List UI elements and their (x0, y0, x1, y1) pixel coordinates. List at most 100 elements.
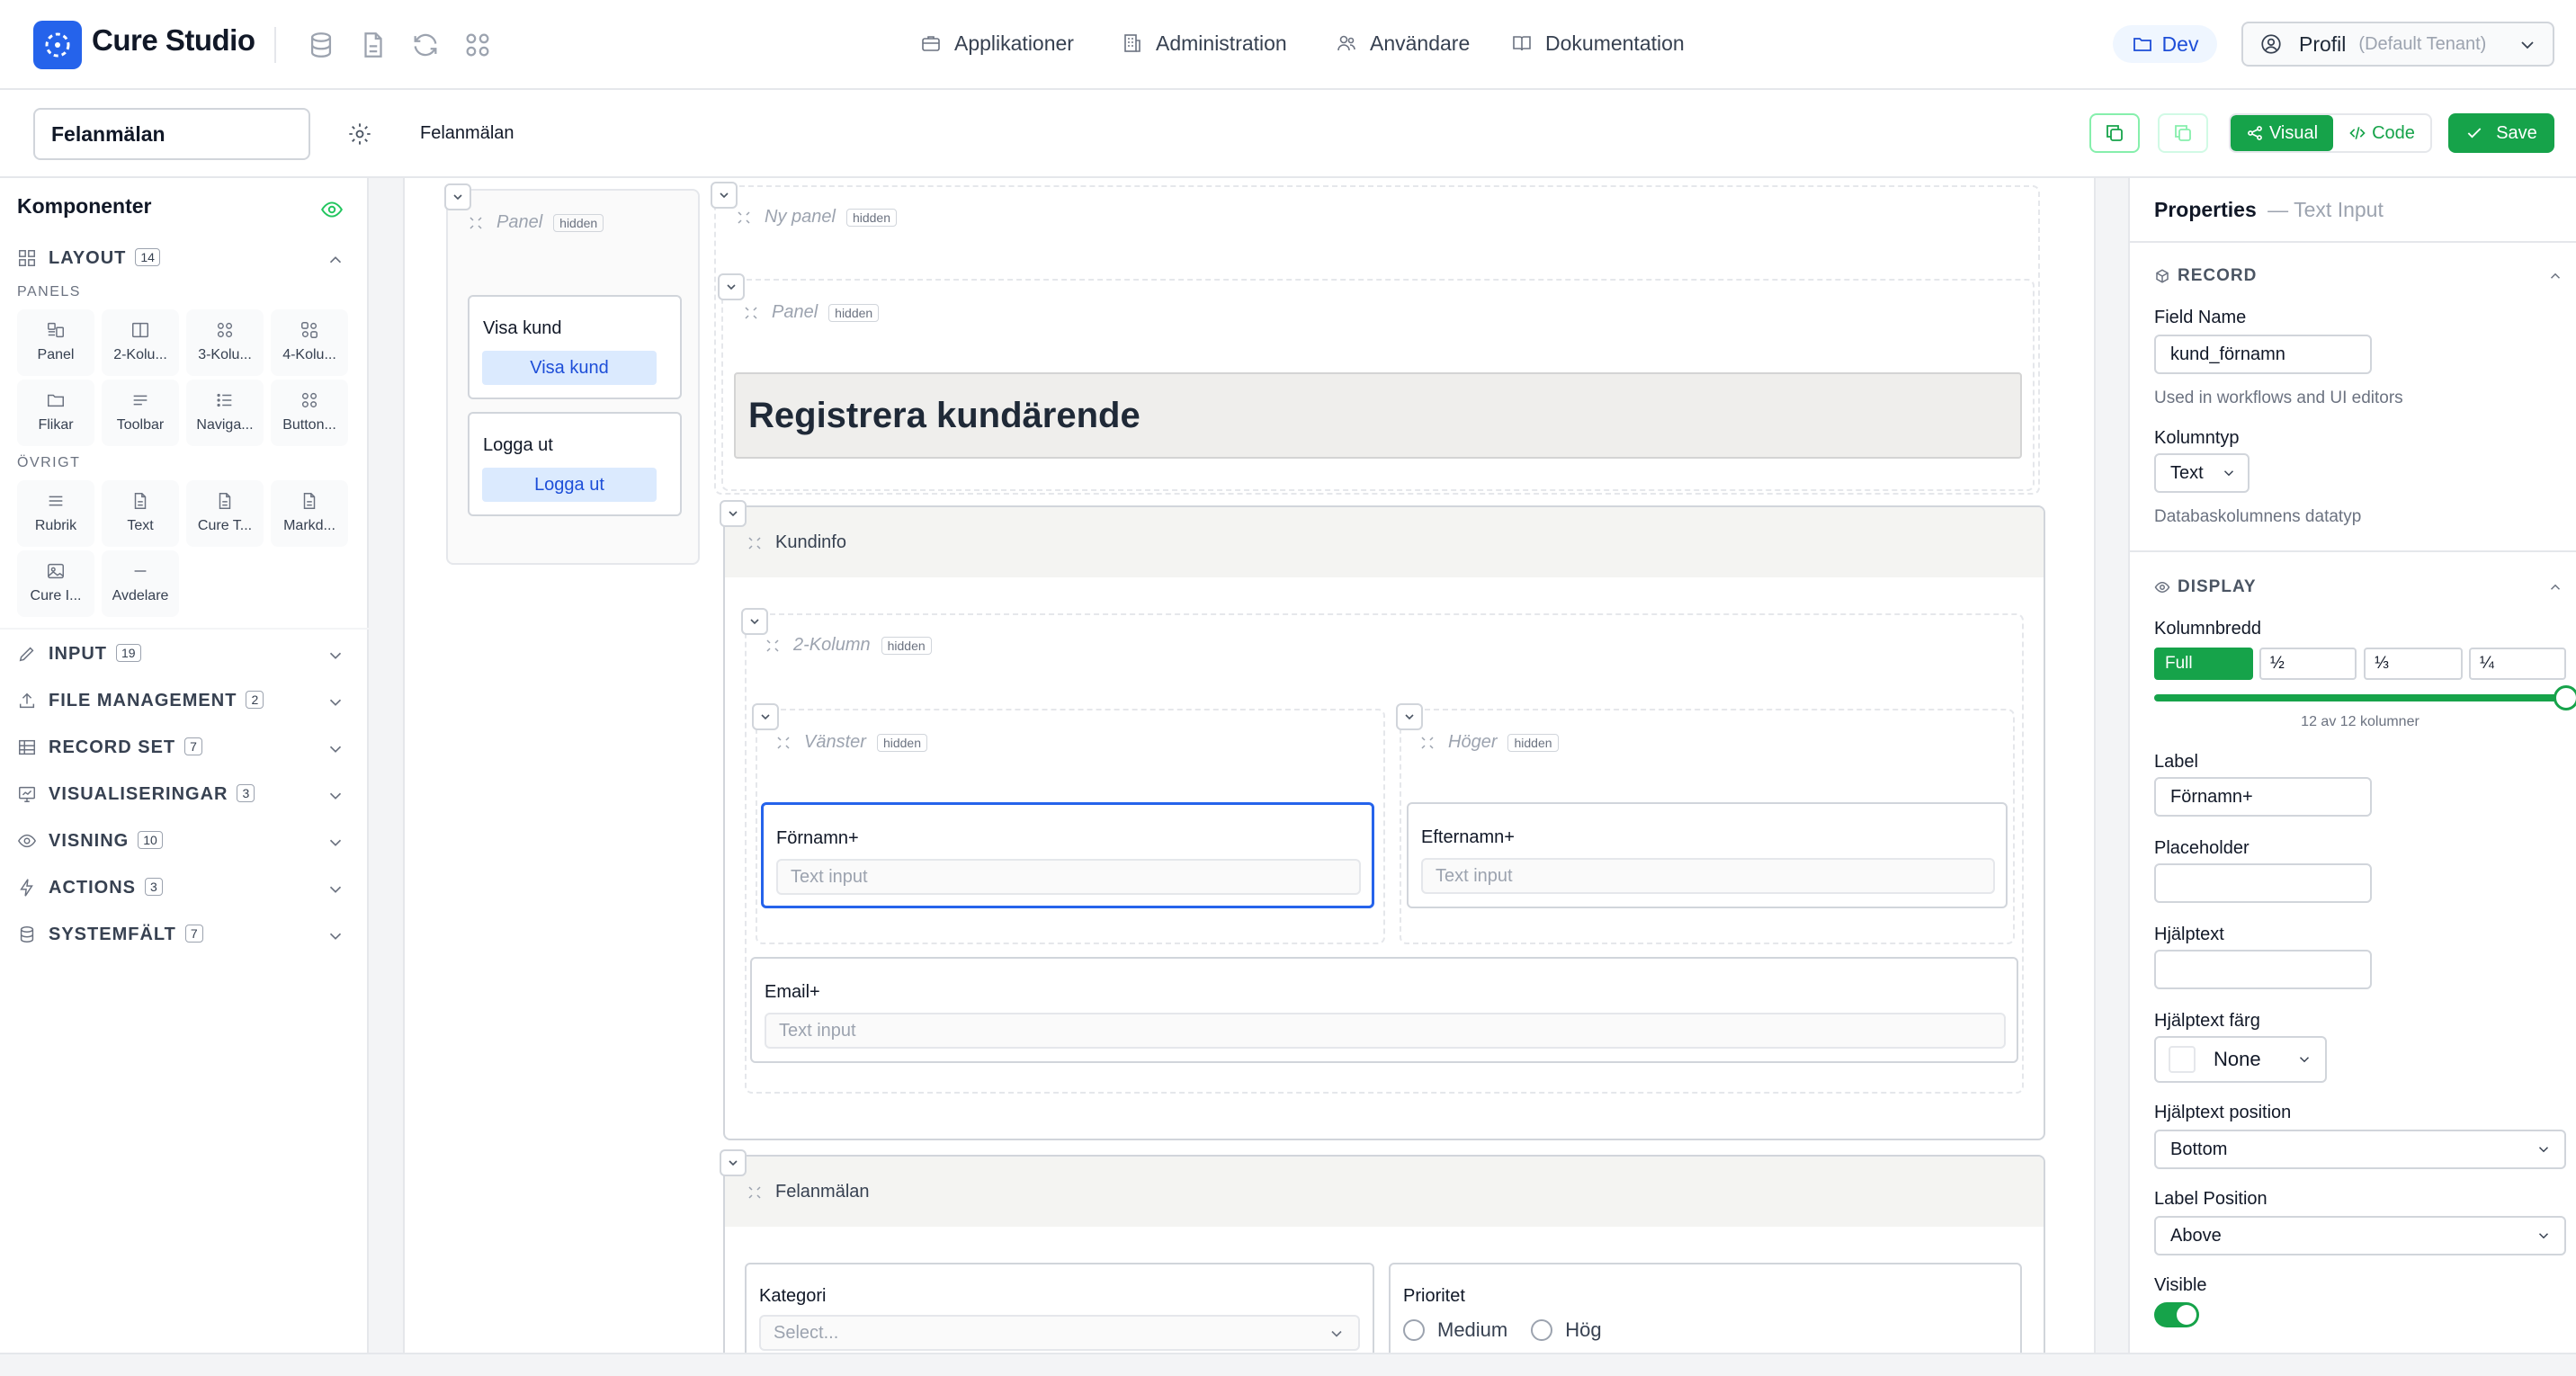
lastname-field[interactable]: Efternamn+ Text input (1407, 802, 2008, 908)
nav-administration[interactable]: Administration (1122, 25, 1287, 61)
drag-handle-icon[interactable] (765, 638, 781, 654)
left-panel[interactable]: Panel hidden Visa kund Visa kund Logga ut… (446, 189, 700, 565)
kategori-field[interactable]: Kategori Select... (745, 1263, 1374, 1353)
kolumntyp-select[interactable]: Text (2154, 453, 2250, 493)
code-mode-button[interactable]: Code (2333, 115, 2430, 151)
tile-markdown[interactable]: Markd... (271, 480, 348, 547)
kundinfo-section[interactable]: Kundinfo 2-Kolumn hidden Vänster hidden Fö… (723, 505, 2045, 1140)
nav-dokumentation[interactable]: Dokumentation (1511, 25, 1685, 61)
record-section-header[interactable]: RECORD (2154, 266, 2257, 286)
logout-button[interactable]: Logga ut (482, 468, 657, 502)
nav-applikationer[interactable]: Applikationer (920, 25, 1074, 61)
show-customer-button[interactable]: Visa kund (482, 351, 657, 385)
paste-button[interactable] (2158, 113, 2208, 153)
drag-handle-icon[interactable] (747, 1184, 763, 1201)
right-column[interactable]: Höger hidden Efternamn+ Text input (1400, 709, 2015, 944)
nav-anvandare[interactable]: Användare (1336, 25, 1470, 61)
sidebar-section-record-set[interactable]: RECORD SET 7 (0, 725, 369, 770)
database-icon[interactable] (306, 30, 336, 60)
inner-panel[interactable]: Panel hidden Registrera kundärende (721, 279, 2035, 491)
collapse-toggle[interactable] (718, 273, 745, 300)
sidebar-section-visualiseringar[interactable]: VISUALISERINGAR 3 (0, 772, 369, 817)
collapse-toggle[interactable] (752, 703, 779, 730)
tile-rubrik[interactable]: Rubrik (17, 480, 94, 547)
collapse-toggle[interactable] (711, 182, 738, 209)
felanmalan-section[interactable]: Felanmälan Kategori Select... Prioritet … (723, 1155, 2045, 1353)
field-name-input[interactable]: kund_förnamn (2154, 335, 2372, 374)
width-slider-track[interactable] (2154, 685, 2576, 710)
collapse-toggle[interactable] (720, 500, 747, 527)
placeholder-input[interactable] (2154, 863, 2372, 903)
tile-toolbar[interactable]: Toolbar (102, 380, 179, 446)
radio-medium[interactable] (1403, 1319, 1425, 1341)
prioritet-field[interactable]: Prioritet Medium Hög (1389, 1263, 2022, 1353)
tile-panel[interactable]: Panel (17, 309, 94, 376)
label-input[interactable]: Förnamn+ (2154, 777, 2372, 817)
helptext-color-select[interactable]: None (2154, 1036, 2327, 1083)
firstname-input[interactable]: Text input (776, 859, 1361, 895)
email-input[interactable]: Text input (765, 1013, 2006, 1049)
tile-cure-image[interactable]: Cure I... (17, 550, 94, 617)
chevron-down-icon (727, 284, 736, 290)
app-logo-icon[interactable] (33, 21, 82, 69)
sidebar-section-input[interactable]: INPUT 19 (0, 631, 369, 676)
page-heading[interactable]: Registrera kundärende (734, 372, 2022, 459)
copy-button[interactable] (2089, 113, 2140, 153)
sidebar-section-systemfalt[interactable]: SYSTEMFÄLT 7 (0, 912, 369, 957)
radio-hog[interactable] (1531, 1319, 1553, 1341)
width-half-button[interactable]: ½ (2259, 648, 2357, 680)
drag-handle-icon[interactable] (468, 215, 484, 231)
file-icon[interactable] (358, 30, 389, 60)
page-name-input[interactable]: Felanmälan (33, 108, 310, 160)
tile-3-kolumn[interactable]: 3-Kolu... (186, 309, 264, 376)
collapse-toggle[interactable] (720, 1149, 747, 1176)
drag-handle-icon[interactable] (775, 735, 792, 751)
tile-2-kolumn[interactable]: 2-Kolu... (102, 309, 179, 376)
helptext-input[interactable] (2154, 950, 2372, 989)
drag-handle-icon[interactable] (743, 305, 759, 321)
drag-handle-icon[interactable] (1419, 735, 1436, 751)
visible-toggle[interactable] (2154, 1302, 2199, 1327)
sidebar-section-layout[interactable]: LAYOUT 14 (0, 236, 369, 281)
firstname-field[interactable]: Förnamn+ Text input (761, 802, 1374, 908)
drag-handle-icon[interactable] (747, 535, 763, 551)
two-column-container[interactable]: 2-Kolumn hidden Vänster hidden Förnamn+ Te… (745, 613, 2024, 1094)
save-button[interactable]: Save (2448, 113, 2554, 153)
collapse-toggle[interactable] (1396, 703, 1423, 730)
grid-icon[interactable] (462, 30, 493, 60)
display-section-header[interactable]: DISPLAY (2154, 577, 2257, 597)
label-position-select[interactable]: Above (2154, 1216, 2566, 1255)
sidebar-section-file-management[interactable]: FILE MANAGEMENT 2 (0, 678, 369, 723)
sidebar-section-visning[interactable]: VISNING 10 (0, 818, 369, 863)
collapse-toggle[interactable] (444, 183, 471, 210)
tile-text[interactable]: Text (102, 480, 179, 547)
lastname-input[interactable]: Text input (1421, 858, 1995, 894)
kategori-select[interactable]: Select... (759, 1315, 1360, 1351)
tile-4-kolumn[interactable]: 4-Kolu... (271, 309, 348, 376)
show-customer-card[interactable]: Visa kund Visa kund (468, 295, 682, 399)
tile-button-group[interactable]: Button... (271, 380, 348, 446)
logout-card[interactable]: Logga ut Logga ut (468, 412, 682, 516)
helptext-position-select[interactable]: Bottom (2154, 1130, 2566, 1169)
tile-flikar[interactable]: Flikar (17, 380, 94, 446)
environment-badge[interactable]: Dev (2113, 25, 2217, 63)
tile-navigation[interactable]: Naviga... (186, 380, 264, 446)
tile-avdelare[interactable]: Avdelare (102, 550, 179, 617)
width-full-button[interactable]: Full (2154, 648, 2253, 680)
profile-selector[interactable]: Profil (Default Tenant) (2241, 22, 2554, 67)
width-quarter-button[interactable]: ¼ (2469, 648, 2566, 680)
tile-cure-text[interactable]: Cure T... (186, 480, 264, 547)
chevron-up-icon[interactable] (2547, 268, 2563, 284)
width-slider-thumb[interactable] (2554, 685, 2576, 710)
drag-handle-icon[interactable] (736, 210, 752, 226)
sidebar-section-actions[interactable]: ACTIONS 3 (0, 865, 369, 910)
email-field[interactable]: Email+ Text input (750, 957, 2018, 1063)
width-third-button[interactable]: ⅓ (2364, 648, 2463, 680)
refresh-icon[interactable] (410, 30, 441, 60)
chevron-up-icon[interactable] (2547, 579, 2563, 595)
eye-icon[interactable] (320, 198, 344, 221)
collapse-toggle[interactable] (741, 608, 768, 635)
settings-gear-icon[interactable] (347, 121, 372, 147)
left-column[interactable]: Vänster hidden Förnamn+ Text input (756, 709, 1385, 944)
visual-mode-button[interactable]: Visual (2231, 115, 2333, 151)
